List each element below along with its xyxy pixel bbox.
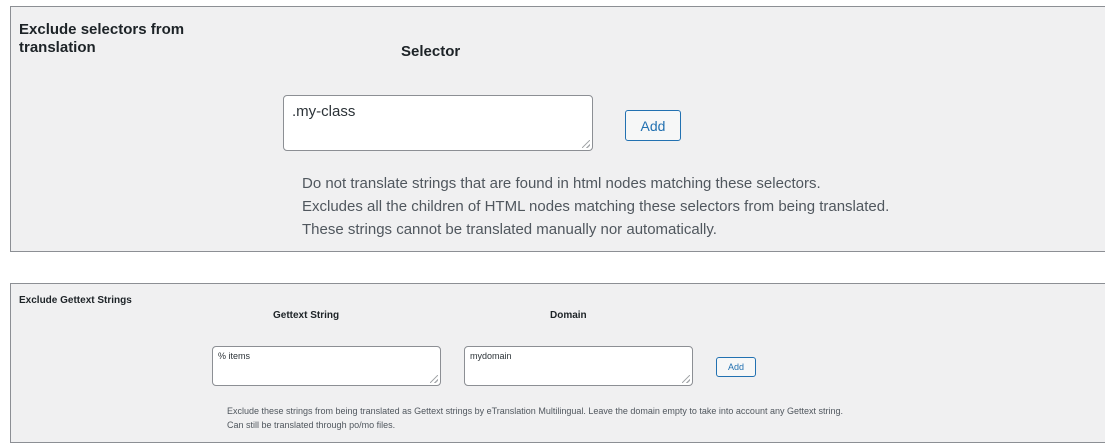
resize-handle-icon[interactable] [582,140,590,148]
description-line: Do not translate strings that are found … [302,175,821,192]
selector-description: Do not translate strings that are found … [302,172,889,241]
gettext-string-input[interactable]: % items [212,346,441,386]
resize-handle-icon[interactable] [430,375,438,383]
description-line: Can still be translated through po/mo fi… [227,420,396,430]
description-line: Exclude these strings from being transla… [227,406,843,416]
resize-handle-icon[interactable] [682,375,690,383]
exclude-selectors-panel: Exclude selectors from translation Selec… [10,6,1105,252]
gettext-string-input-value: % items [218,351,251,361]
add-selector-button[interactable]: Add [625,110,681,141]
domain-input-value: mydomain [470,351,512,361]
gettext-string-column-label: Gettext String [273,310,340,321]
gettext-description: Exclude these strings from being transla… [227,404,843,432]
selector-input-value: .my-class [292,103,356,120]
add-gettext-button[interactable]: Add [716,357,756,377]
selector-column-label: Selector [401,43,461,60]
section-heading: Exclude selectors from translation [19,21,184,57]
domain-input[interactable]: mydomain [464,346,693,386]
section-heading-line1: Exclude selectors from [19,21,185,38]
section-heading-line2: translation [19,39,96,56]
description-line: These strings cannot be translated manua… [302,221,717,238]
description-line: Excludes all the children of HTML nodes … [302,198,890,215]
domain-column-label: Domain [550,310,587,321]
selector-input[interactable]: .my-class [283,95,593,151]
exclude-gettext-panel: Exclude Gettext Strings Gettext String D… [10,283,1105,443]
section-heading: Exclude Gettext Strings [19,295,132,306]
